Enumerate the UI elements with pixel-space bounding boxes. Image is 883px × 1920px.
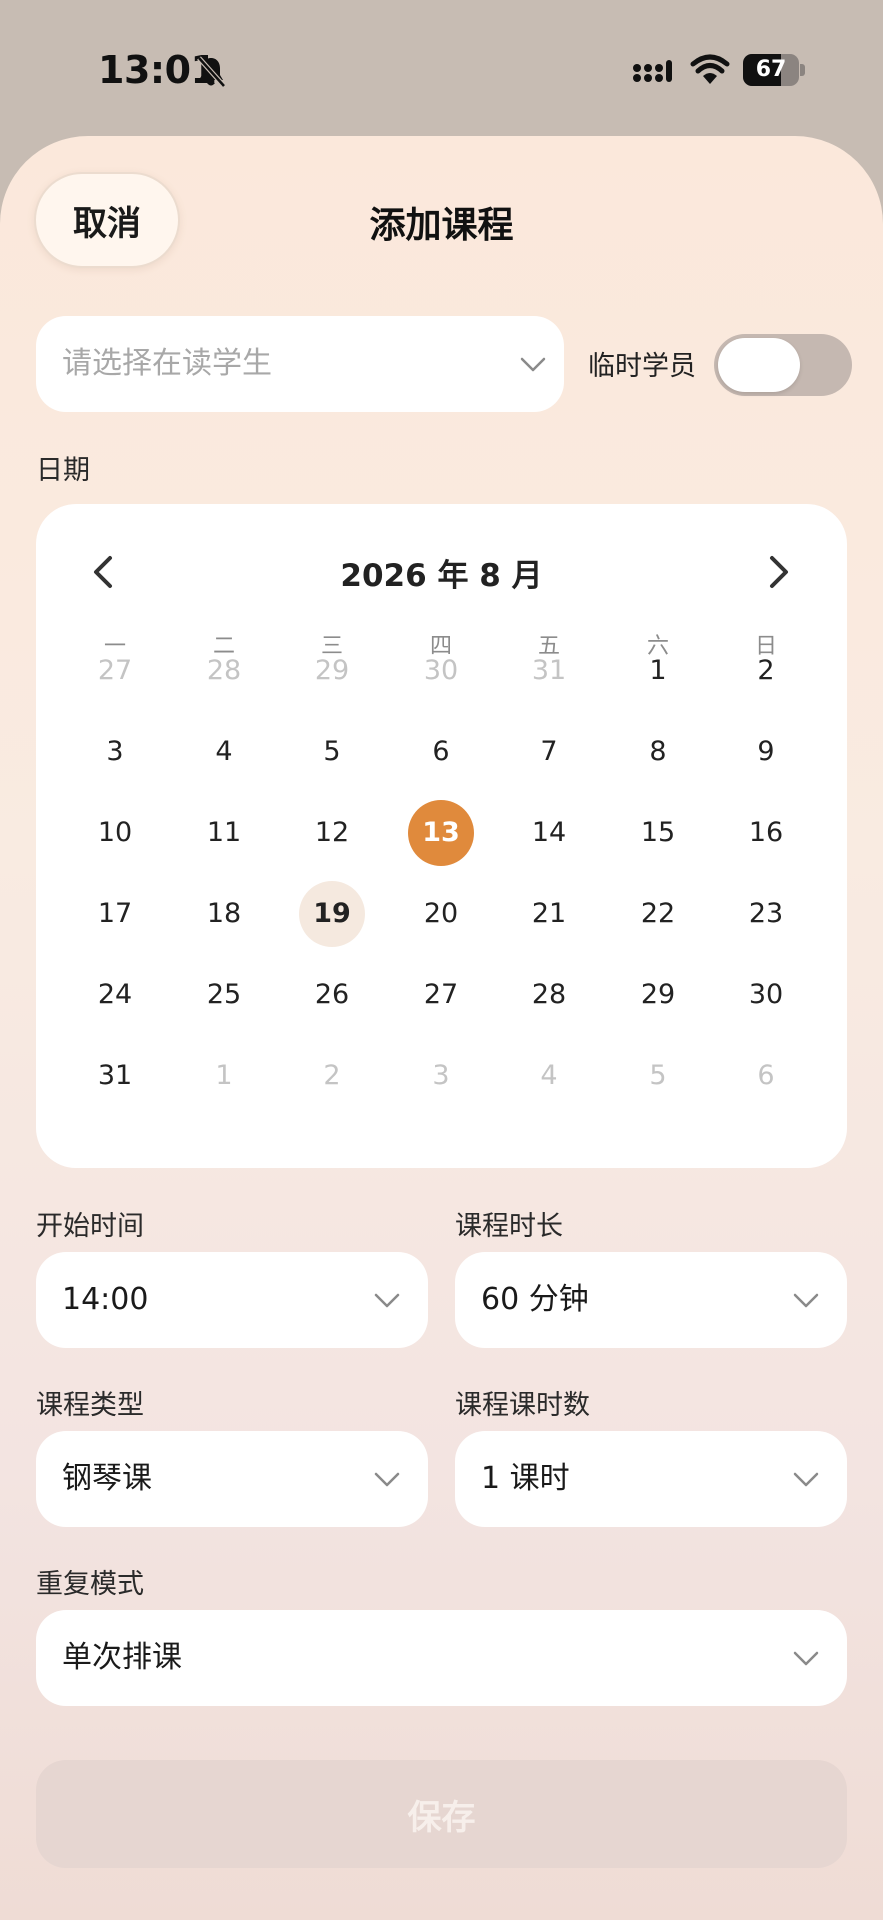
start-time-value: 14:00: [62, 1282, 149, 1317]
calendar-day[interactable]: 6: [408, 719, 474, 785]
course-type-select[interactable]: 钢琴课: [36, 1431, 428, 1527]
calendar-day[interactable]: 12: [299, 800, 365, 866]
calendar-month-title: 2026 年 8 月: [340, 558, 543, 594]
calendar-day[interactable]: 29: [299, 638, 365, 704]
chevron-down-icon: [793, 1472, 819, 1487]
calendar-day[interactable]: 4: [516, 1043, 582, 1109]
calendar-day[interactable]: 1: [191, 1043, 257, 1109]
page-title: 添加课程: [369, 205, 514, 246]
calendar-day[interactable]: 6: [733, 1043, 799, 1109]
calendar-day[interactable]: 5: [299, 719, 365, 785]
chevron-right-icon[interactable]: [758, 552, 798, 592]
save-button[interactable]: 保存: [36, 1760, 847, 1868]
calendar-day-selected[interactable]: 13: [408, 800, 474, 866]
calendar-day[interactable]: 3: [408, 1043, 474, 1109]
calendar-day[interactable]: 10: [82, 800, 148, 866]
chevron-down-icon: [520, 357, 546, 372]
chevron-down-icon: [793, 1293, 819, 1308]
temp-student-label: 临时学员: [588, 351, 696, 382]
toggle-knob: [718, 338, 800, 392]
calendar-day[interactable]: 25: [191, 962, 257, 1028]
duration-label: 课程时长: [455, 1211, 563, 1242]
calendar-day[interactable]: 28: [191, 638, 257, 704]
lesson-hours-select[interactable]: 1 课时: [455, 1431, 847, 1527]
duration-value: 60 分钟: [481, 1282, 589, 1317]
calendar-day[interactable]: 14: [516, 800, 582, 866]
calendar-day[interactable]: 31: [516, 638, 582, 704]
lesson-hours-value: 1 课时: [481, 1461, 570, 1496]
cellular-signal-icon: [633, 60, 672, 82]
student-select[interactable]: 请选择在读学生: [36, 316, 564, 412]
calendar: 2026 年 8 月 一二三四五六日 27 28 29 30 31 1 2 3 4 5 6 7 8 9 10…: [36, 504, 847, 1168]
calendar-day[interactable]: 22: [625, 881, 691, 947]
repeat-mode-value: 单次排课: [62, 1640, 182, 1675]
battery-level: 67: [755, 57, 787, 82]
calendar-day[interactable]: 17: [82, 881, 148, 947]
calendar-day[interactable]: 31: [82, 1043, 148, 1109]
calendar-day[interactable]: 26: [299, 962, 365, 1028]
calendar-day[interactable]: 30: [408, 638, 474, 704]
chevron-down-icon: [374, 1472, 400, 1487]
calendar-day[interactable]: 8: [625, 719, 691, 785]
calendar-day[interactable]: 16: [733, 800, 799, 866]
calendar-day[interactable]: 20: [408, 881, 474, 947]
calendar-day[interactable]: 28: [516, 962, 582, 1028]
student-select-placeholder: 请选择在读学生: [62, 346, 272, 381]
bell-muted-icon: [197, 56, 226, 88]
temp-student-toggle[interactable]: [714, 334, 852, 396]
calendar-day[interactable]: 18: [191, 881, 257, 947]
calendar-day[interactable]: 21: [516, 881, 582, 947]
start-time-label: 开始时间: [36, 1211, 144, 1242]
battery-icon: 67: [743, 54, 805, 86]
calendar-day[interactable]: 7: [516, 719, 582, 785]
date-label: 日期: [36, 455, 90, 486]
add-course-sheet: 取消 添加课程 请选择在读学生 临时学员 日期 2026 年 8 月 一二三四五…: [0, 136, 883, 1920]
calendar-day-today[interactable]: 19: [299, 881, 365, 947]
calendar-day[interactable]: 2: [299, 1043, 365, 1109]
calendar-day[interactable]: 9: [733, 719, 799, 785]
chevron-down-icon: [374, 1293, 400, 1308]
duration-select[interactable]: 60 分钟: [455, 1252, 847, 1348]
lesson-hours-label: 课程课时数: [455, 1390, 590, 1421]
calendar-day[interactable]: 3: [82, 719, 148, 785]
calendar-day[interactable]: 30: [733, 962, 799, 1028]
calendar-day[interactable]: 29: [625, 962, 691, 1028]
status-bar: 13:01 67: [0, 0, 883, 140]
calendar-day[interactable]: 15: [625, 800, 691, 866]
calendar-day[interactable]: 1: [625, 638, 691, 704]
start-time-select[interactable]: 14:00: [36, 1252, 428, 1348]
course-type-value: 钢琴课: [62, 1461, 152, 1496]
calendar-day[interactable]: 27: [82, 638, 148, 704]
calendar-day[interactable]: 5: [625, 1043, 691, 1109]
calendar-day[interactable]: 11: [191, 800, 257, 866]
calendar-day[interactable]: 27: [408, 962, 474, 1028]
calendar-day[interactable]: 4: [191, 719, 257, 785]
calendar-day[interactable]: 23: [733, 881, 799, 947]
repeat-mode-label: 重复模式: [36, 1569, 144, 1600]
course-type-label: 课程类型: [36, 1390, 144, 1421]
calendar-day[interactable]: 2: [733, 638, 799, 704]
chevron-down-icon: [793, 1651, 819, 1666]
repeat-mode-select[interactable]: 单次排课: [36, 1610, 847, 1706]
wifi-icon: [690, 54, 730, 84]
calendar-day[interactable]: 24: [82, 962, 148, 1028]
